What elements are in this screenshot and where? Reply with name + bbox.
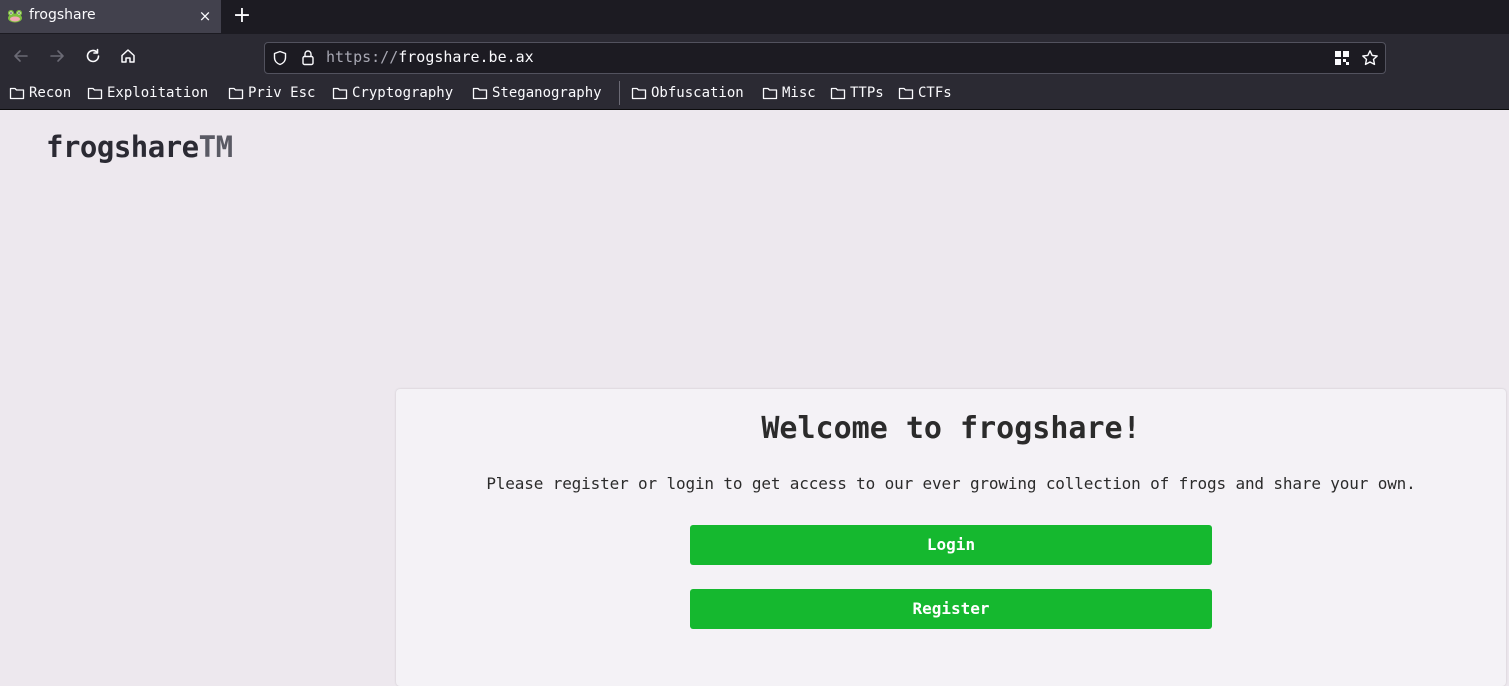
tab-frogshare[interactable]: frogshare × — [0, 0, 221, 33]
bookmark-label: Steganography — [492, 85, 602, 101]
bookmark-folder-misc[interactable]: Misc — [762, 84, 816, 102]
tab-close-icon[interactable]: × — [197, 6, 213, 26]
bookmark-folder-ttps[interactable]: TTPs — [830, 84, 884, 102]
folder-icon — [87, 87, 103, 100]
bookmark-label: CTFs — [918, 85, 952, 101]
site-logo[interactable]: frogshareTM — [46, 130, 233, 164]
shield-icon[interactable] — [272, 50, 288, 66]
bookmark-folder-priv-esc[interactable]: Priv Esc — [228, 84, 315, 102]
bookmark-label: Obfuscation — [651, 85, 744, 101]
folder-icon — [898, 87, 914, 100]
url-scheme: https:// — [326, 48, 399, 66]
folder-icon — [472, 87, 488, 100]
welcome-card: Welcome to frogshare! Please register or… — [396, 389, 1506, 686]
intro-text: Please register or login to get access t… — [486, 474, 1416, 493]
bookmark-folder-ctfs[interactable]: CTFs — [898, 84, 952, 102]
welcome-title: Welcome to frogshare! — [761, 411, 1141, 446]
bookmarks-bar: Recon Exploitation Priv Esc Cryptography… — [0, 76, 1509, 110]
bookmark-folder-steganography[interactable]: Steganography — [472, 84, 602, 102]
bookmark-folder-exploitation[interactable]: Exploitation — [87, 84, 208, 102]
logo-trademark: TM — [198, 130, 233, 164]
folder-icon — [332, 87, 348, 100]
new-tab-icon[interactable]: + — [231, 4, 253, 28]
register-button[interactable]: Register — [690, 589, 1212, 629]
folder-icon — [631, 87, 647, 100]
bookmarks-separator — [619, 81, 620, 105]
bookmark-label: Cryptography — [352, 85, 454, 101]
back-arrow-icon[interactable] — [12, 47, 30, 65]
star-icon[interactable] — [1361, 49, 1379, 67]
tab-title: frogshare — [29, 7, 96, 23]
bookmark-label: Priv Esc — [248, 85, 316, 101]
bookmark-label: TTPs — [850, 85, 884, 101]
folder-icon — [9, 87, 25, 100]
url-host: frogshare.be.ax — [398, 48, 534, 66]
bookmark-folder-cryptography[interactable]: Cryptography — [332, 84, 453, 102]
logo-name: frogshare — [46, 130, 199, 164]
lock-icon[interactable] — [300, 49, 316, 66]
bookmark-label: Exploitation — [107, 85, 209, 101]
bookmark-folder-obfuscation[interactable]: Obfuscation — [631, 84, 744, 102]
frog-icon — [8, 10, 22, 23]
reload-icon[interactable] — [84, 47, 102, 65]
forward-arrow-icon[interactable] — [48, 47, 66, 65]
bookmark-folder-recon[interactable]: Recon — [9, 84, 71, 102]
folder-icon — [228, 87, 244, 100]
qr-code-icon[interactable] — [1334, 50, 1350, 66]
folder-icon — [830, 87, 846, 100]
login-button[interactable]: Login — [690, 525, 1212, 565]
bookmark-label: Misc — [782, 85, 816, 101]
url-text[interactable]: https://frogshare.be.ax — [326, 48, 534, 66]
bookmark-label: Recon — [29, 85, 72, 101]
tab-strip: frogshare × + — [0, 0, 1509, 34]
folder-icon — [762, 87, 778, 100]
home-icon[interactable] — [119, 47, 137, 65]
